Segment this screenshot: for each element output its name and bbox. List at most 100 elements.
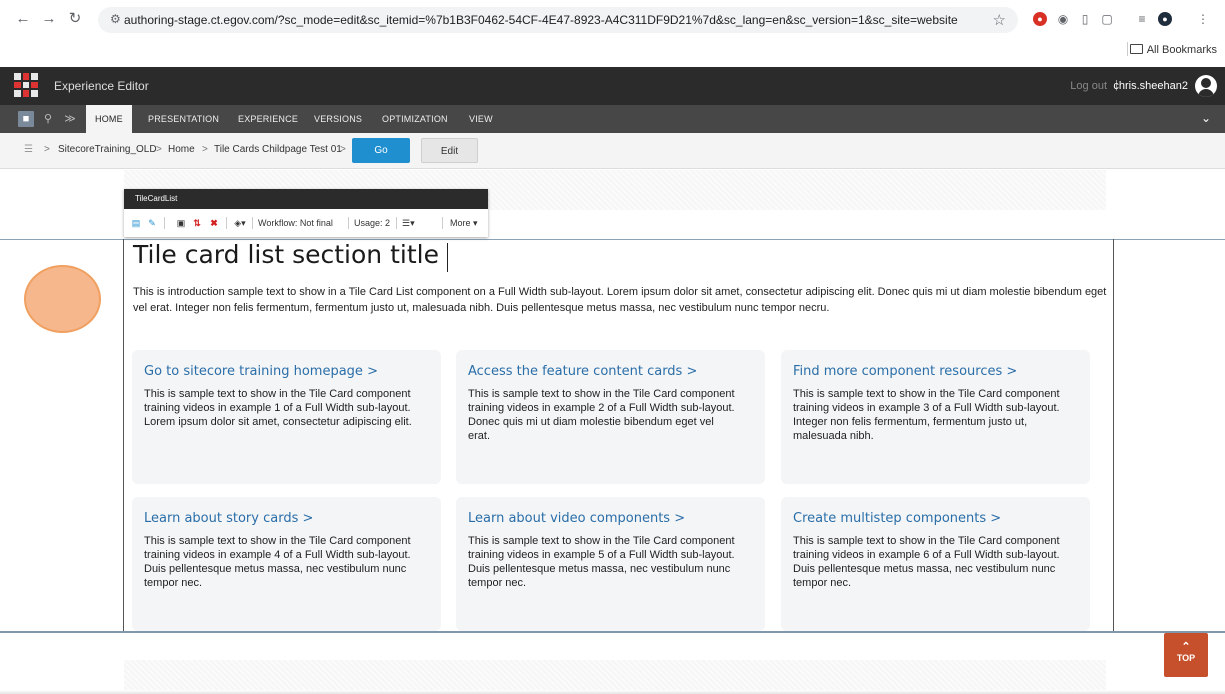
card-title-text: Learn about video components [468, 511, 671, 526]
profile-icon[interactable]: ● [1158, 12, 1172, 26]
all-bookmarks-link[interactable]: All Bookmarks [1129, 44, 1217, 56]
usage-count[interactable]: Usage: 2 [354, 217, 390, 229]
forward-icon[interactable]: → [40, 10, 58, 28]
card-title-link[interactable]: Find more component resources > [793, 364, 1078, 379]
extensions-puzzle-icon[interactable]: ▢ [1100, 12, 1114, 26]
share-icon[interactable]: ≫ [62, 111, 78, 127]
toolbar-divider [442, 217, 443, 229]
card-text: This is sample text to show in the Tile … [144, 388, 412, 428]
workflow-status: Workflow: Not final [258, 218, 333, 228]
back-icon[interactable]: ← [14, 10, 32, 28]
go-button[interactable]: Go [352, 138, 410, 163]
edit-button[interactable]: Edit [421, 138, 478, 163]
chevron-right-icon: > [302, 511, 314, 526]
tab-home[interactable]: HOME [86, 105, 132, 133]
section-border-bottom [0, 631, 1225, 633]
text-cursor [447, 243, 448, 272]
reader-icon[interactable]: ▯ [1078, 12, 1092, 26]
reorder-icon[interactable]: ⇅ [191, 217, 203, 229]
more-label: More [450, 218, 471, 228]
chevron-right-icon: > [990, 511, 1002, 526]
breadcrumb-separator: > [340, 144, 346, 155]
card-text: This is sample text to show in the Tile … [793, 388, 1060, 442]
user-avatar-icon[interactable] [1195, 75, 1217, 97]
card-text: This is sample text to show in the Tile … [468, 388, 735, 442]
toolbar-divider [252, 217, 253, 229]
tab-versions[interactable]: VERSIONS [305, 105, 371, 133]
tab-optimization[interactable]: OPTIMIZATION [373, 105, 457, 133]
bookmark-star-icon[interactable]: ☆ [993, 11, 1006, 29]
personalize-icon[interactable]: ◈▾ [234, 217, 246, 229]
search-icon[interactable]: ⚲ [40, 111, 56, 127]
sitecore-logo-icon[interactable] [14, 73, 38, 97]
card-title-link[interactable]: Learn about video components > [468, 511, 753, 526]
card-title-text: Learn about story cards [144, 511, 299, 526]
card-title-text: Create multistep components [793, 511, 987, 526]
card-title-link[interactable]: Access the feature content cards > [468, 364, 753, 379]
card-title-link[interactable]: Learn about story cards > [144, 511, 429, 526]
card-title-link[interactable]: Create multistep components > [793, 511, 1078, 526]
save-icon[interactable]: ■ [18, 111, 34, 127]
breadcrumb-item-current[interactable]: Tile Cards Childpage Test 01 [214, 144, 342, 155]
chevron-down-icon: ▾ [473, 218, 478, 228]
bookmarks-divider [1127, 42, 1128, 56]
tile-card[interactable]: Access the feature content cards > This … [456, 350, 765, 484]
tile-card[interactable]: Find more component resources > This is … [781, 350, 1090, 484]
tab-view[interactable]: VIEW [460, 105, 502, 133]
chevron-down-icon[interactable]: ⌄ [1201, 111, 1211, 125]
ribbon-tabs: ■ ⚲ ≫ HOME PRESENTATION EXPERIENCE VERSI… [0, 105, 1225, 133]
tab-presentation[interactable]: PRESENTATION [139, 105, 228, 133]
tile-card[interactable]: Go to sitecore training homepage > This … [132, 350, 441, 484]
tile-card[interactable]: Learn about story cards > This is sample… [132, 497, 441, 631]
camera-icon[interactable]: ◉ [1056, 12, 1070, 26]
card-title-link[interactable]: Go to sitecore training homepage > [144, 364, 429, 379]
remove-icon[interactable]: ✖ [208, 217, 220, 229]
section-title[interactable]: Tile card list section title [133, 240, 439, 269]
address-bar[interactable]: ⚙ authoring-stage.ct.egov.com/?sc_mode=e… [98, 7, 1018, 33]
username[interactable]: chris.sheehan2 [1113, 80, 1188, 92]
folder-icon [1129, 44, 1143, 54]
back-to-top-button[interactable]: ⌃ TOP [1164, 633, 1208, 677]
top-label: TOP [1176, 653, 1196, 663]
component-toolbar: TileCardList ▤ ✎ ▣ ⇅ ✖ ◈▾ Workflow: Not … [124, 189, 488, 237]
cursor-highlight [24, 265, 101, 333]
card-title-text: Access the feature content cards [468, 364, 683, 379]
tab-search-icon[interactable]: ≡ [1135, 12, 1149, 26]
browser-toolbar: ← → ↻ ⚙ authoring-stage.ct.egov.com/?sc_… [0, 0, 1225, 40]
tree-icon[interactable]: ☰ [24, 144, 33, 155]
toolbar-divider [164, 217, 165, 229]
tab-experience[interactable]: EXPERIENCE [229, 105, 307, 133]
tile-card[interactable]: Learn about video components > This is s… [456, 497, 765, 631]
breadcrumb-item-home[interactable]: Home [168, 144, 195, 155]
datasource-icon[interactable]: ▣ [175, 217, 187, 229]
select-parent-icon[interactable]: ▤ [130, 217, 142, 229]
breadcrumb-separator: > [156, 144, 162, 155]
card-text: This is sample text to show in the Tile … [144, 535, 411, 589]
tile-card[interactable]: Create multistep components > This is sa… [781, 497, 1090, 631]
section-border-right [1113, 239, 1114, 631]
section-intro[interactable]: This is introduction sample text to show… [133, 284, 1108, 316]
extension-icon[interactable]: ● [1033, 12, 1047, 26]
app-title: Experience Editor [54, 79, 149, 93]
chevron-right-icon: > [686, 364, 698, 379]
section-border-left [123, 239, 124, 631]
logout-link[interactable]: Log out [1070, 80, 1107, 92]
chevron-right-icon: > [367, 364, 378, 379]
card-text: This is sample text to show in the Tile … [468, 535, 735, 589]
all-bookmarks-label: All Bookmarks [1146, 44, 1217, 56]
toolbar-divider [396, 217, 397, 229]
hierarchy-icon[interactable]: ☰▾ [402, 217, 415, 229]
reload-icon[interactable]: ↻ [66, 10, 84, 28]
component-name: TileCardList [124, 189, 488, 209]
experience-editor-header: Experience Editor Log out | chris.sheeha… [0, 67, 1225, 105]
chevron-right-icon: > [1006, 364, 1018, 379]
site-settings-icon[interactable]: ⚙ [110, 12, 121, 26]
breadcrumb: ☰ > SitecoreTraining_OLD > Home > Tile C… [0, 133, 1225, 169]
url-text[interactable]: authoring-stage.ct.egov.com/?sc_mode=edi… [124, 13, 958, 27]
toolbar-divider [226, 217, 227, 229]
breadcrumb-item-root[interactable]: SitecoreTraining_OLD [58, 144, 157, 155]
more-menu[interactable]: More ▾ [450, 217, 478, 229]
page-fold-shadow [0, 690, 1225, 694]
edit-pencil-icon[interactable]: ✎ [146, 217, 158, 229]
kebab-menu-icon[interactable]: ⋮ [1196, 12, 1210, 26]
